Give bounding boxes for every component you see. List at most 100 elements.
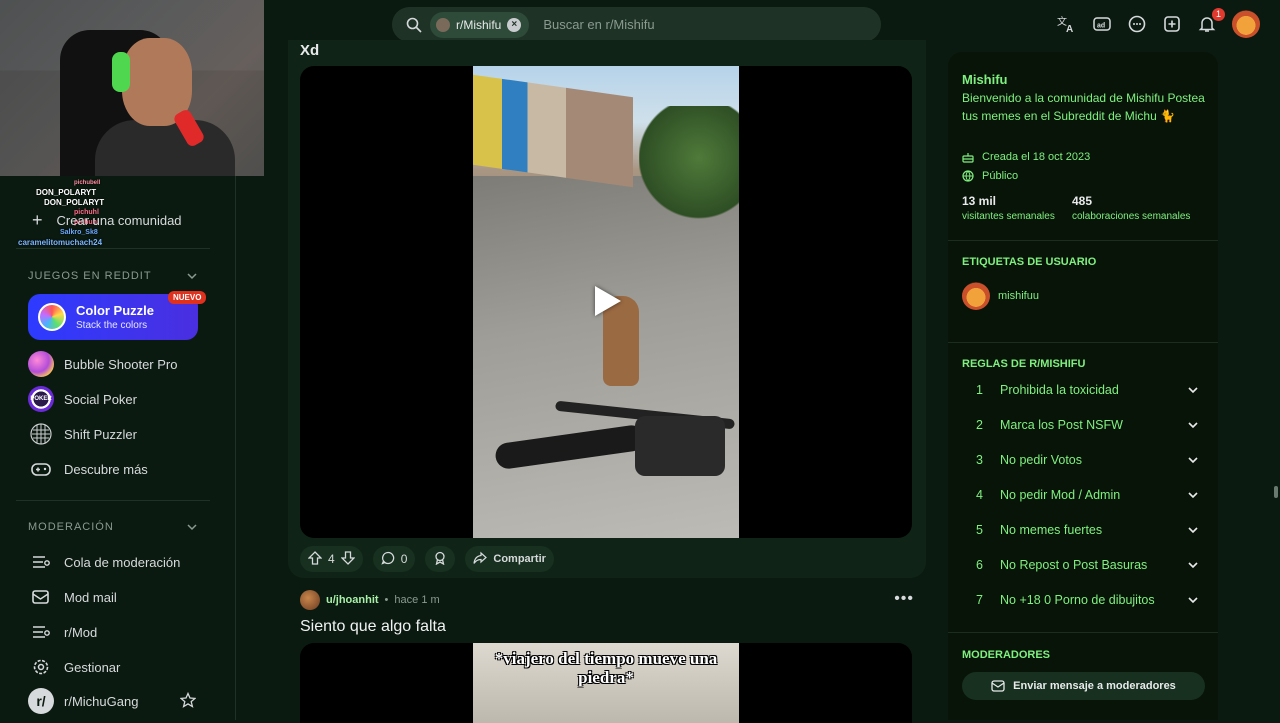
share-icon [473,551,488,568]
notification-badge: 1 [1212,8,1225,21]
sidebar-item-label: Descubre más [64,461,148,477]
svg-text:A: A [1066,24,1073,33]
stat-value: 13 mil [962,194,997,208]
sidebar-item-r-mod[interactable]: r/Mod [28,619,97,645]
search-community-chip[interactable]: r/Mishifu × [430,11,530,38]
visibility: Público [962,170,1018,182]
divider [16,500,210,501]
avatar[interactable] [300,590,320,610]
rule-item[interactable]: 2 Marca los Post NSFW [976,418,1200,432]
rule-item[interactable]: 7 No +18 0 Porno de dibujitos [976,593,1200,607]
sidebar-item-label: r/MichuGang [64,693,139,709]
moderation-section-header[interactable]: MODERACIÓN [28,521,198,536]
share-button[interactable]: Compartir [465,546,554,572]
community-icon: r/ [28,688,54,714]
globe-icon [962,170,974,182]
star-icon[interactable] [179,691,198,711]
sidebar-item-label: Shift Puzzler [64,426,137,442]
close-icon[interactable]: × [507,17,522,32]
comments-button[interactable]: 0 [372,546,416,572]
games-header-label: JUEGOS EN REDDIT [28,270,152,282]
rule-item[interactable]: 4 No pedir Mod / Admin [976,488,1200,502]
more-options-icon[interactable]: ••• [894,590,914,608]
rule-item[interactable]: 6 No Repost o Post Basuras [976,558,1200,572]
rules-header: REGLAS DE R/MISHIFU [962,358,1086,370]
search-bar[interactable]: r/Mishifu × Buscar en r/Mishifu [392,7,881,42]
post-title[interactable]: Siento que algo falta [300,618,446,636]
award-icon [433,551,447,568]
poker-icon: POKER [28,386,54,412]
sidebar-item-discover-more[interactable]: Descubre más [28,456,148,482]
featured-game-subtitle: Stack the colors [76,320,148,331]
share-label: Compartir [493,553,546,565]
community-avatar [436,17,450,32]
gear-icon [28,654,54,680]
divider [16,248,210,249]
post-card[interactable]: Xd 4 0 Compartir [288,40,926,578]
sidebar-item-social-poker[interactable]: POKER Social Poker [28,386,137,412]
mod-icon [28,619,54,645]
community-sidebar: Mishifu Bienvenido a la comunidad de Mis… [948,52,1218,720]
moderators-header: MODERADORES [962,649,1051,661]
video-player[interactable]: *viajero del tiempo mueve una piedra* [300,643,912,723]
video-frame [473,66,739,538]
post-title[interactable]: Xd [300,42,319,59]
sidebar-item-michugang[interactable]: r/ r/MichuGang [28,688,198,714]
create-community-button[interactable]: + Crear una comunidad [32,210,182,231]
translate-icon[interactable]: 文A [1057,14,1077,34]
rule-item[interactable]: 5 No memes fuertes [976,523,1200,537]
svg-text:ad: ad [1097,23,1105,30]
advertise-icon[interactable]: ad [1092,14,1112,34]
divider [948,632,1218,633]
rule-number: 2 [976,418,983,432]
rule-text: No memes fuertes [1000,523,1103,537]
search-icon [406,17,422,33]
color-puzzle-icon [38,303,66,331]
post-author[interactable]: u/jhoanhit [326,594,379,606]
rule-number: 6 [976,558,983,572]
create-community-label: Crear una comunidad [56,213,182,228]
play-icon[interactable] [595,286,621,316]
chat-name: pichubell [74,180,101,186]
flair-label: mishifuu [998,290,1039,302]
sidebar-item-shift-puzzler[interactable]: Shift Puzzler [28,421,137,447]
mail-icon [28,584,54,610]
user-avatar[interactable] [1232,10,1260,38]
downvote-icon[interactable] [340,550,356,568]
new-badge: NUEVO [168,291,207,304]
community-description: Bienvenido a la comunidad de Mishifu Pos… [962,91,1205,123]
chat-icon[interactable] [1127,14,1147,34]
sidebar-item-manage[interactable]: Gestionar [28,654,120,680]
rule-item[interactable]: 1 Prohibida la toxicidad [976,383,1200,397]
video-caption: *viajero del tiempo mueve una piedra* [494,649,718,687]
post-card[interactable]: u/jhoanhit • hace 1 m ••• Siento que alg… [288,580,926,723]
bell-icon[interactable]: 1 [1197,8,1225,34]
post-time: hace 1 m [394,594,440,606]
rule-text: Marca los Post NSFW [1000,418,1123,432]
sidebar-item-mod-queue[interactable]: Cola de moderación [28,549,180,575]
user-flair[interactable]: mishifuu [962,282,1039,310]
created-date: Creada el 18 oct 2023 [962,151,1090,163]
sidebar-item-label: Social Poker [64,391,137,407]
post-actions: 4 0 Compartir [300,546,554,572]
chevron-up-icon [186,270,198,285]
sidebar-item-bubble-shooter[interactable]: Bubble Shooter Pro [28,351,177,377]
weekly-contributions: 485 colaboraciones semanales [1072,194,1190,222]
search-input[interactable]: Buscar en r/Mishifu [543,17,654,32]
upvote-icon[interactable] [307,550,323,568]
top-actions: 文A ad 1 [1057,8,1260,38]
games-section-header[interactable]: JUEGOS EN REDDIT [28,270,198,285]
chevron-down-icon [1188,387,1198,394]
post-feed: Xd 4 0 Compartir u/jhoanhit • hace 1 m •… [288,40,926,723]
chevron-down-icon [1188,597,1198,604]
video-frame: *viajero del tiempo mueve una piedra* [473,643,739,723]
create-post-icon[interactable] [1162,14,1182,34]
rule-item[interactable]: 3 No pedir Votos [976,453,1200,467]
scrollbar[interactable] [1274,486,1278,498]
video-player[interactable] [300,66,912,538]
message-mods-button[interactable]: Enviar mensaje a moderadores [962,672,1205,700]
left-sidebar: pichubell DON_POLARYT DON_POLARYT pichuh… [0,0,264,720]
sidebar-item-mod-mail[interactable]: Mod mail [28,584,117,610]
visibility-label: Público [982,170,1019,182]
award-button[interactable] [425,546,456,572]
